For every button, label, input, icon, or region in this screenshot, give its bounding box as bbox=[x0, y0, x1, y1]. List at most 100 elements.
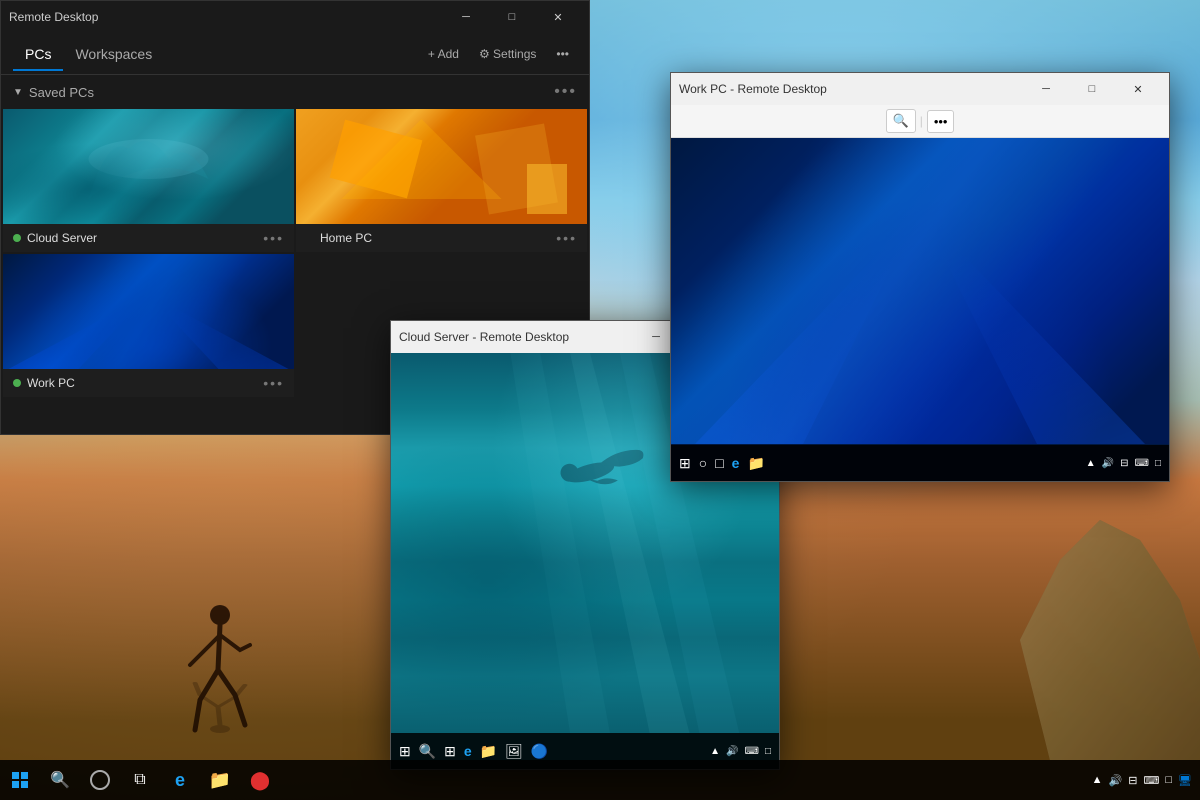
notification-tray-icon[interactable]: □ bbox=[1165, 774, 1172, 786]
pc-label-home-pc: Home PC ••• bbox=[296, 224, 587, 252]
remote-desktop-tray-icon[interactable]: 🖥 bbox=[1178, 774, 1192, 787]
search-icon: 🔍 bbox=[50, 770, 70, 790]
chevron-down-icon: ▼ bbox=[13, 87, 23, 98]
add-button[interactable]: + Add bbox=[420, 43, 467, 65]
pc-thumb-cloud-server bbox=[3, 109, 294, 224]
pc-label-work-pc: Work PC ••• bbox=[3, 369, 294, 397]
work-pc-thumbnail bbox=[3, 254, 294, 369]
pc-more-work-pc[interactable]: ••• bbox=[263, 375, 284, 391]
network-tray-icon[interactable]: ▲ bbox=[1092, 774, 1103, 786]
saved-pcs-header: ▼ Saved PCs ••• bbox=[1, 75, 589, 109]
work-pc-minimize-button[interactable]: ─ bbox=[1023, 73, 1069, 105]
remote-sound-icon: 🔊 bbox=[1102, 458, 1114, 469]
taskbar-app-button[interactable]: ⬤ bbox=[240, 760, 280, 800]
remote-start-icon[interactable]: ⊞ bbox=[679, 455, 691, 472]
taskbar-taskview-button[interactable]: ⧉ bbox=[120, 760, 160, 800]
task-view-icon: ⧉ bbox=[134, 771, 145, 789]
keyboard-tray-icon[interactable]: ⌨ bbox=[1143, 774, 1159, 787]
tab-workspaces[interactable]: Workspaces bbox=[63, 38, 164, 70]
rd-app-close-button[interactable]: ✕ bbox=[535, 1, 581, 33]
runner-silhouette bbox=[180, 600, 260, 750]
app-icon: ⬤ bbox=[250, 770, 270, 791]
cloud-edge-icon[interactable]: e bbox=[464, 743, 472, 759]
more-button[interactable]: ••• bbox=[548, 43, 577, 65]
rd-app-maximize-button[interactable]: □ bbox=[489, 1, 535, 33]
desktop: Remote Desktop ─ □ ✕ PCs Workspaces + Ad… bbox=[0, 0, 1200, 800]
taskbar-folder-button[interactable]: 📁 bbox=[200, 760, 240, 800]
cloud-network-icon: ▲ bbox=[710, 746, 720, 757]
cloud-photo-icon[interactable]: 🖼 bbox=[505, 743, 523, 760]
remote-folder-icon[interactable]: 📁 bbox=[747, 455, 764, 472]
cloud-keyboard-icon: ⌨ bbox=[745, 746, 759, 757]
work-pc-remote-content[interactable] bbox=[671, 138, 1169, 444]
pc-name-cloud-server: Cloud Server bbox=[27, 231, 263, 245]
taskbar-cortana-button[interactable] bbox=[80, 760, 120, 800]
saved-pcs-more-button[interactable]: ••• bbox=[554, 83, 577, 101]
cloud-taskview-icon[interactable]: ⊞ bbox=[444, 743, 456, 760]
tab-pcs[interactable]: PCs bbox=[13, 38, 63, 70]
remote-battery-icon: ⊟ bbox=[1120, 458, 1128, 469]
pc-card-cloud-server[interactable]: Cloud Server ••• bbox=[3, 109, 294, 252]
cloud-notification-icon: □ bbox=[765, 746, 771, 757]
pc-label-cloud-server: Cloud Server ••• bbox=[3, 224, 294, 252]
taskbar: 🔍 ⧉ e 📁 ⬤ ▲ 🔊 ⊟ ⌨ □ 🖥 bbox=[0, 760, 1200, 800]
pc-name-home-pc: Home PC bbox=[320, 231, 556, 245]
pc-name-work-pc: Work PC bbox=[27, 376, 263, 390]
status-dot-work-pc bbox=[13, 379, 21, 387]
cloud-sound-icon: 🔊 bbox=[726, 746, 738, 757]
work-pc-window-title: Work PC - Remote Desktop bbox=[679, 82, 1023, 96]
taskbar-search-button[interactable]: 🔍 bbox=[40, 760, 80, 800]
edge-icon: e bbox=[175, 770, 185, 791]
rd-app-title: Remote Desktop bbox=[9, 10, 443, 24]
remote-taskview-icon[interactable]: □ bbox=[715, 455, 723, 471]
cloud-server-thumbnail bbox=[3, 109, 294, 224]
windows10-wallpaper-beam bbox=[721, 230, 1119, 414]
sound-tray-icon[interactable]: 🔊 bbox=[1109, 774, 1123, 787]
settings-button[interactable]: ⚙ Settings bbox=[471, 43, 544, 65]
pc-card-work-pc[interactable]: Work PC ••• bbox=[3, 254, 294, 397]
status-dot-online bbox=[13, 234, 21, 242]
remote-keyboard-icon: ⌨ bbox=[1135, 458, 1149, 469]
rd-app-toolbar: + Add ⚙ Settings ••• bbox=[420, 43, 577, 65]
taskbar-edge-button[interactable]: e bbox=[160, 760, 200, 800]
rd-app-minimize-button[interactable]: ─ bbox=[443, 1, 489, 33]
pc-card-home-pc[interactable]: Home PC ••• bbox=[296, 109, 587, 252]
rd-app-tabs: PCs Workspaces + Add ⚙ Settings ••• bbox=[1, 33, 589, 75]
home-pc-thumbnail bbox=[296, 109, 587, 224]
work-pc-zoom-button[interactable]: 🔍 bbox=[886, 109, 916, 133]
remote-network-icon: ▲ bbox=[1086, 458, 1096, 469]
cloud-start-icon[interactable]: ⊞ bbox=[399, 743, 411, 760]
work-pc-maximize-button[interactable]: □ bbox=[1069, 73, 1115, 105]
work-pc-titlebar: Work PC - Remote Desktop ─ □ ✕ bbox=[671, 73, 1169, 105]
remote-taskbar-right: ▲ 🔊 ⊟ ⌨ □ bbox=[1086, 458, 1161, 469]
start-button[interactable] bbox=[0, 760, 40, 800]
pc-more-home-pc[interactable]: ••• bbox=[556, 230, 577, 246]
cortana-icon bbox=[90, 770, 110, 790]
pc-thumb-work-pc bbox=[3, 254, 294, 369]
pc-thumb-home-pc bbox=[296, 109, 587, 224]
work-pc-window: Work PC - Remote Desktop ─ □ ✕ 🔍 | ••• bbox=[670, 72, 1170, 482]
work-pc-toolbar-more[interactable]: ••• bbox=[927, 110, 955, 133]
rd-app-titlebar: Remote Desktop ─ □ ✕ bbox=[1, 1, 589, 33]
rd-app-window-controls: ─ □ ✕ bbox=[443, 1, 581, 33]
cloud-server-window-title: Cloud Server - Remote Desktop bbox=[399, 330, 633, 344]
cloud-search-icon[interactable]: 🔍 bbox=[419, 743, 436, 760]
remote-edge-icon[interactable]: e bbox=[732, 455, 740, 471]
remote-notification-icon: □ bbox=[1155, 458, 1161, 469]
system-tray: ▲ 🔊 ⊟ ⌨ □ 🖥 bbox=[1092, 774, 1200, 787]
work-pc-window-controls: ─ □ ✕ bbox=[1023, 73, 1161, 105]
folder-icon: 📁 bbox=[209, 770, 231, 791]
battery-tray-icon[interactable]: ⊟ bbox=[1128, 774, 1137, 787]
cloud-app-icon[interactable]: 🔵 bbox=[531, 743, 548, 760]
saved-pcs-title: Saved PCs bbox=[29, 85, 554, 100]
zoom-icon: 🔍 bbox=[893, 113, 909, 129]
rock-formation bbox=[1020, 480, 1200, 760]
work-pc-remote-toolbar: 🔍 | ••• bbox=[671, 105, 1169, 138]
cloud-taskbar-right: ▲ 🔊 ⌨ □ bbox=[710, 746, 771, 757]
remote-cortana-icon[interactable]: ○ bbox=[699, 455, 707, 471]
pc-more-cloud-server[interactable]: ••• bbox=[263, 230, 284, 246]
work-pc-close-button[interactable]: ✕ bbox=[1115, 73, 1161, 105]
work-pc-remote-taskbar: ⊞ ○ □ e 📁 ▲ 🔊 ⊟ ⌨ □ bbox=[671, 445, 1169, 481]
windows-logo-icon bbox=[12, 772, 28, 788]
cloud-folder-icon[interactable]: 📁 bbox=[480, 743, 497, 760]
